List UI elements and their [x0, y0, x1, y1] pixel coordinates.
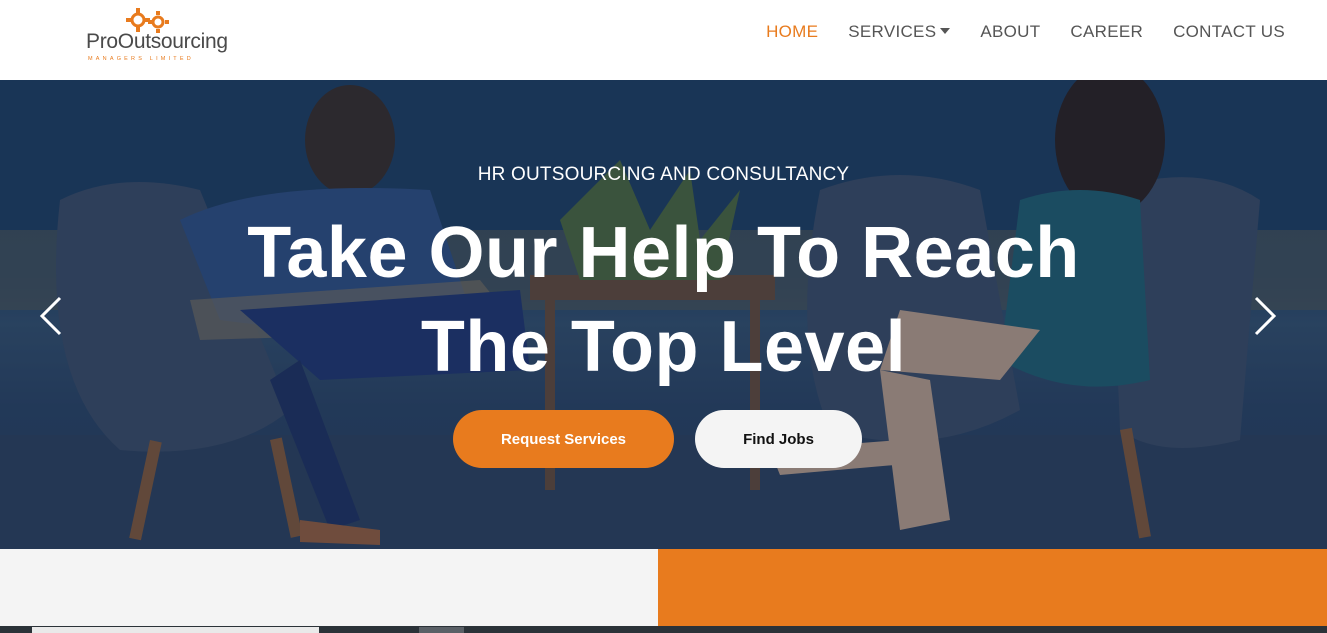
hero-title-line-1: Take Our Help To Reach — [247, 213, 1080, 293]
find-jobs-button[interactable]: Find Jobs — [695, 410, 862, 468]
hero-carousel: HR OUTSOURCING AND CONSULTANCY Take Our … — [0, 80, 1327, 549]
site-logo[interactable]: ProOutsourcing MANAGERS LIMITED — [86, 6, 236, 68]
hero-title-line-2: The Top Level — [420, 307, 907, 387]
brand-tagline: MANAGERS LIMITED — [88, 56, 194, 62]
main-nav: HOME SERVICES ABOUT CAREER CONTACT US — [766, 22, 1285, 42]
nav-home[interactable]: HOME — [766, 22, 818, 42]
caret-down-icon — [940, 28, 951, 34]
feature-strip-left — [0, 549, 658, 626]
chevron-left-icon[interactable] — [36, 295, 66, 337]
site-header: ProOutsourcing MANAGERS LIMITED HOME SER… — [0, 0, 1327, 80]
nav-contact[interactable]: CONTACT US — [1173, 22, 1285, 42]
next-section-card — [32, 627, 319, 633]
hero-title: Take Our Help To Reach The Top Level — [0, 206, 1327, 394]
nav-career[interactable]: CAREER — [1070, 22, 1143, 42]
chevron-right-icon[interactable] — [1250, 295, 1280, 337]
next-section-edge — [0, 626, 1327, 633]
nav-services-label: SERVICES — [848, 22, 937, 41]
brand-name: ProOutsourcing — [86, 30, 228, 53]
hero-subtitle: HR OUTSOURCING AND CONSULTANCY — [477, 164, 850, 185]
nav-about[interactable]: ABOUT — [980, 22, 1040, 42]
request-services-button[interactable]: Request Services — [453, 410, 674, 468]
nav-services[interactable]: SERVICES — [848, 22, 951, 42]
next-section-block — [419, 627, 464, 633]
feature-strip-right — [658, 549, 1327, 626]
